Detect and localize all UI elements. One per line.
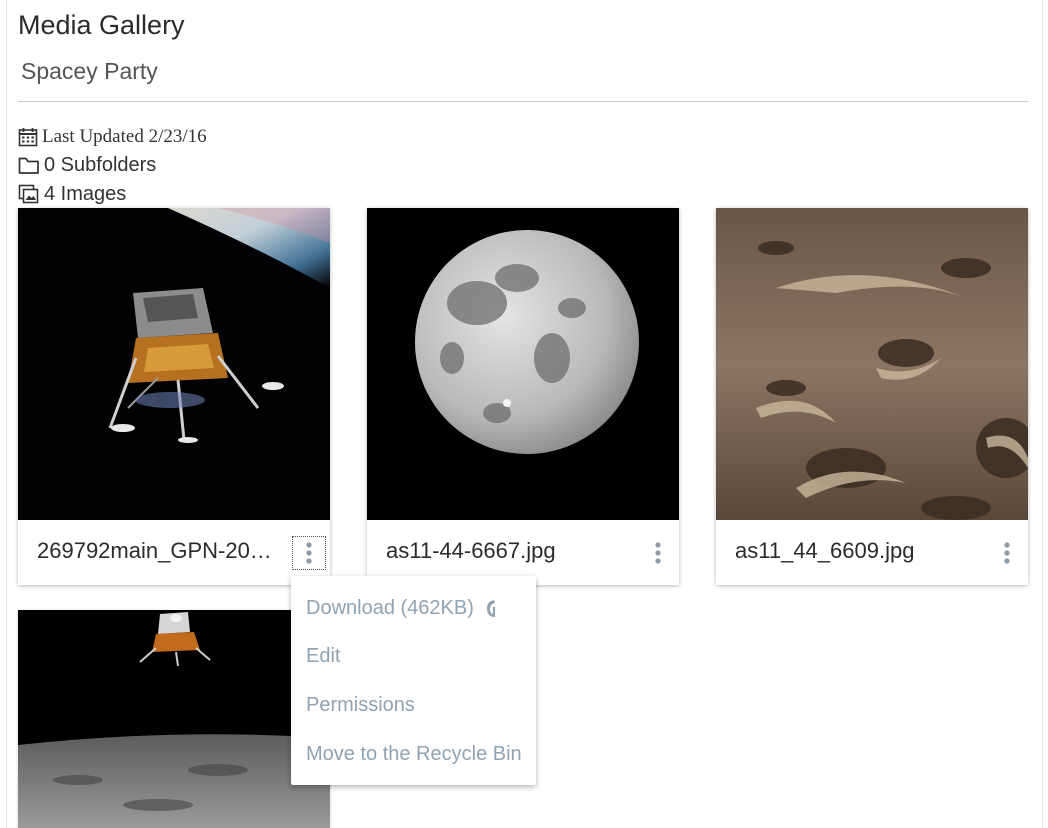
folder-name: Spacey Party [21, 58, 158, 84]
more-options-button[interactable] [292, 536, 326, 570]
page-frame-left-border [6, 0, 7, 828]
download-label: Download (462KB) [306, 596, 474, 619]
page-title: Media Gallery [18, 10, 185, 40]
last-updated-row: Last Updated 2/23/16 [18, 125, 207, 149]
image-thumbnail[interactable] [716, 208, 1028, 520]
menu-item-recycle-bin[interactable]: Move to the Recycle Bin [306, 739, 522, 769]
calendar-icon [18, 128, 38, 147]
menu-item-download[interactable]: Download (462KB) [306, 593, 498, 623]
more-options-button[interactable] [990, 536, 1024, 570]
last-updated-text: Last Updated 2/23/16 [42, 126, 207, 147]
vertical-ellipsis-icon [655, 542, 661, 564]
download-cursor-icon [486, 600, 495, 617]
image-thumbnail[interactable] [18, 208, 330, 520]
page-frame-right-border [1042, 0, 1043, 828]
folder-icon [18, 157, 39, 174]
image-thumbnail[interactable] [367, 208, 679, 520]
menu-item-permissions[interactable]: Permissions [306, 690, 415, 720]
images-row: 4 Images [18, 182, 126, 206]
image-card[interactable]: as11-44-6667.jpg [367, 208, 679, 585]
more-options-button[interactable] [641, 536, 675, 570]
image-filename: 269792main_GPN-20… [37, 538, 272, 563]
permissions-label: Permissions [306, 693, 415, 716]
image-filename: as11_44_6609.jpg [735, 538, 915, 563]
header-divider [18, 101, 1028, 102]
edit-label: Edit [306, 644, 341, 667]
image-card[interactable]: as11_44_6609.jpg [716, 208, 1028, 585]
subfolders-count: 0 Subfolders [44, 153, 157, 176]
subfolders-row: 0 Subfolders [18, 153, 156, 177]
image-filename: as11-44-6667.jpg [386, 538, 556, 563]
image-card[interactable] [18, 610, 330, 828]
images-count: 4 Images [44, 182, 127, 205]
images-icon [18, 184, 39, 204]
vertical-ellipsis-icon [1004, 542, 1010, 564]
image-card[interactable]: 269792main_GPN-20… [18, 208, 330, 585]
image-thumbnail[interactable] [18, 610, 330, 828]
menu-item-edit[interactable]: Edit [306, 641, 340, 671]
vertical-ellipsis-icon [306, 542, 312, 564]
recycle-bin-label: Move to the Recycle Bin [306, 742, 522, 765]
image-context-menu: Download (462KB) Edit Permissions Move t… [291, 576, 536, 785]
